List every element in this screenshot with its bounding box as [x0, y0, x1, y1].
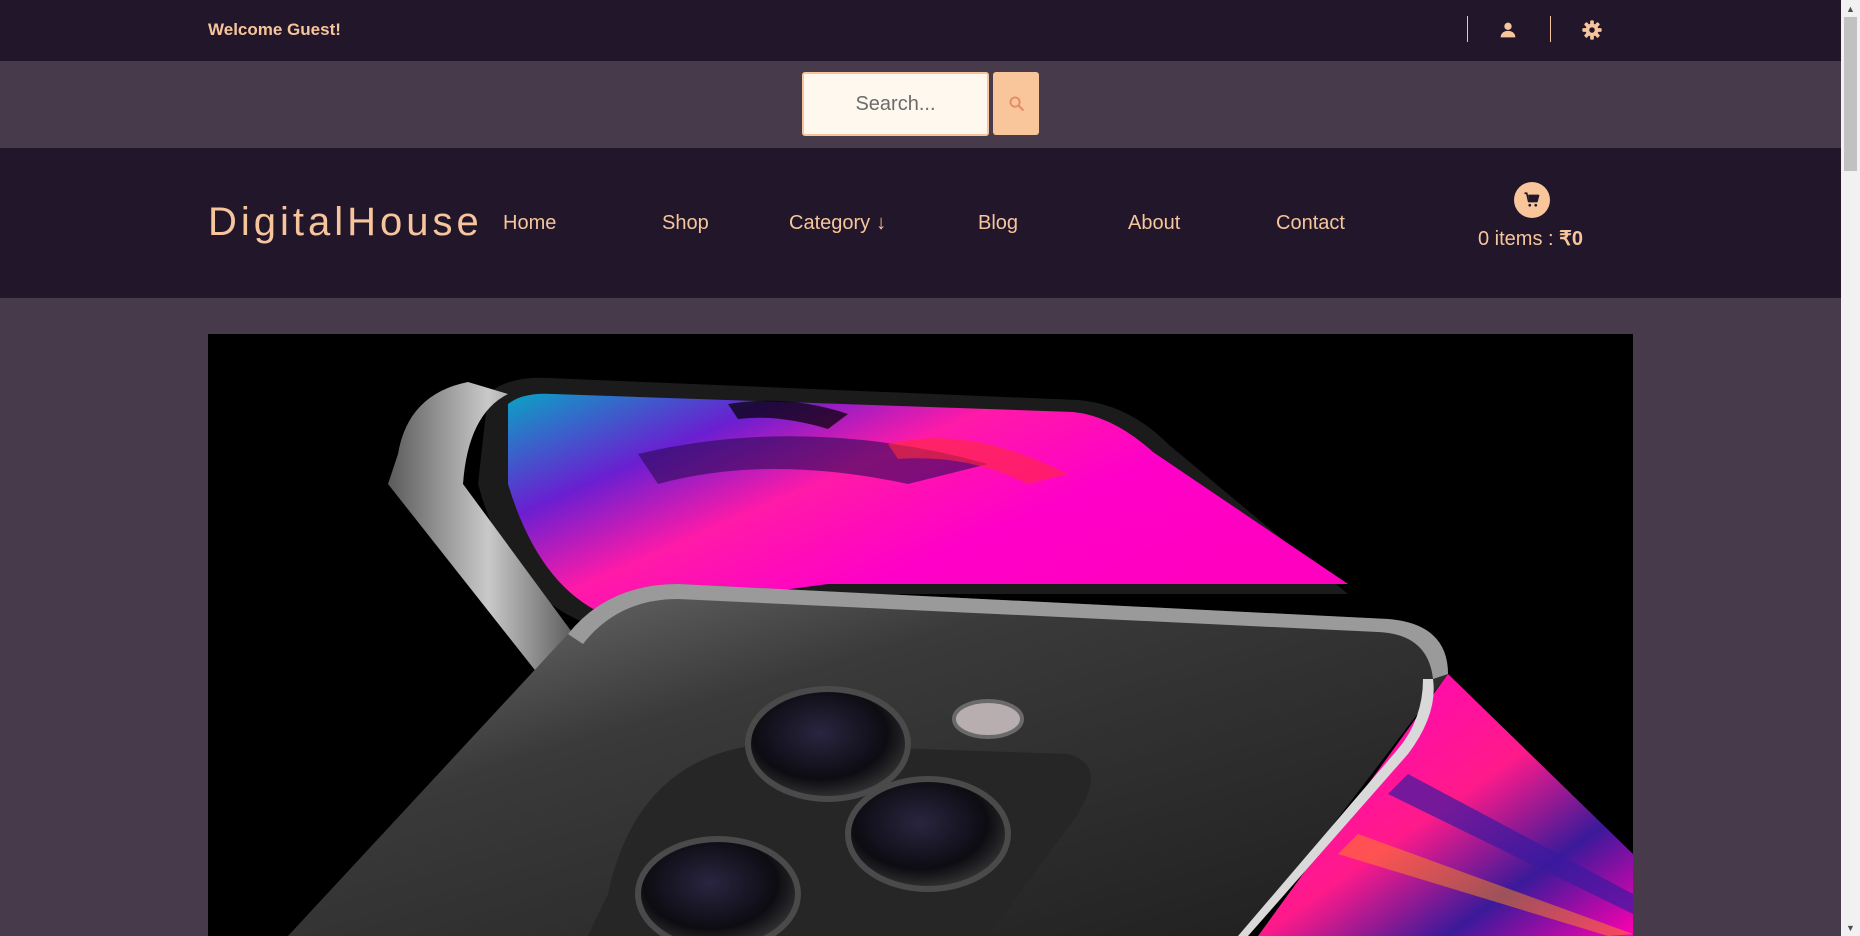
cart-summary[interactable]: 0 items : ₹0	[1478, 226, 1583, 251]
nav-blog[interactable]: Blog	[978, 212, 1018, 235]
arrow-down-icon: ↓	[876, 212, 887, 234]
nav-home[interactable]: Home	[503, 212, 556, 235]
cart-items-count: 0 items :	[1478, 228, 1560, 250]
site-logo[interactable]: DigitalHouse	[208, 200, 483, 245]
scroll-thumb[interactable]	[1844, 17, 1857, 171]
page-scrollbar[interactable]: ▲ ▼	[1841, 0, 1860, 936]
welcome-message: Welcome Guest!	[208, 20, 341, 39]
top-bar-divider	[1467, 16, 1468, 42]
search-icon	[1009, 96, 1024, 111]
search-input[interactable]	[802, 72, 989, 136]
top-bar-divider	[1550, 16, 1551, 42]
nav-shop[interactable]: Shop	[662, 212, 709, 235]
scroll-down-arrow-icon[interactable]: ▼	[1841, 919, 1860, 936]
cart-icon[interactable]	[1514, 182, 1550, 218]
top-bar: Welcome Guest!	[0, 0, 1841, 61]
scroll-up-arrow-icon[interactable]: ▲	[1841, 0, 1860, 17]
site-header: DigitalHouse Home Shop Category ↓ Blog Ab…	[0, 148, 1841, 298]
nav-contact[interactable]: Contact	[1276, 212, 1345, 235]
search-button[interactable]	[993, 72, 1039, 135]
user-icon[interactable]	[1497, 19, 1519, 41]
nav-about[interactable]: About	[1128, 212, 1180, 235]
nav-category-label: Category	[789, 212, 871, 234]
nav-category[interactable]: Category ↓	[789, 212, 886, 235]
smartphone-product-image	[208, 334, 1633, 936]
gear-icon[interactable]	[1581, 19, 1603, 41]
search-bar	[0, 61, 1841, 148]
cart-total: ₹0	[1559, 228, 1583, 250]
hero-banner[interactable]	[208, 334, 1633, 936]
